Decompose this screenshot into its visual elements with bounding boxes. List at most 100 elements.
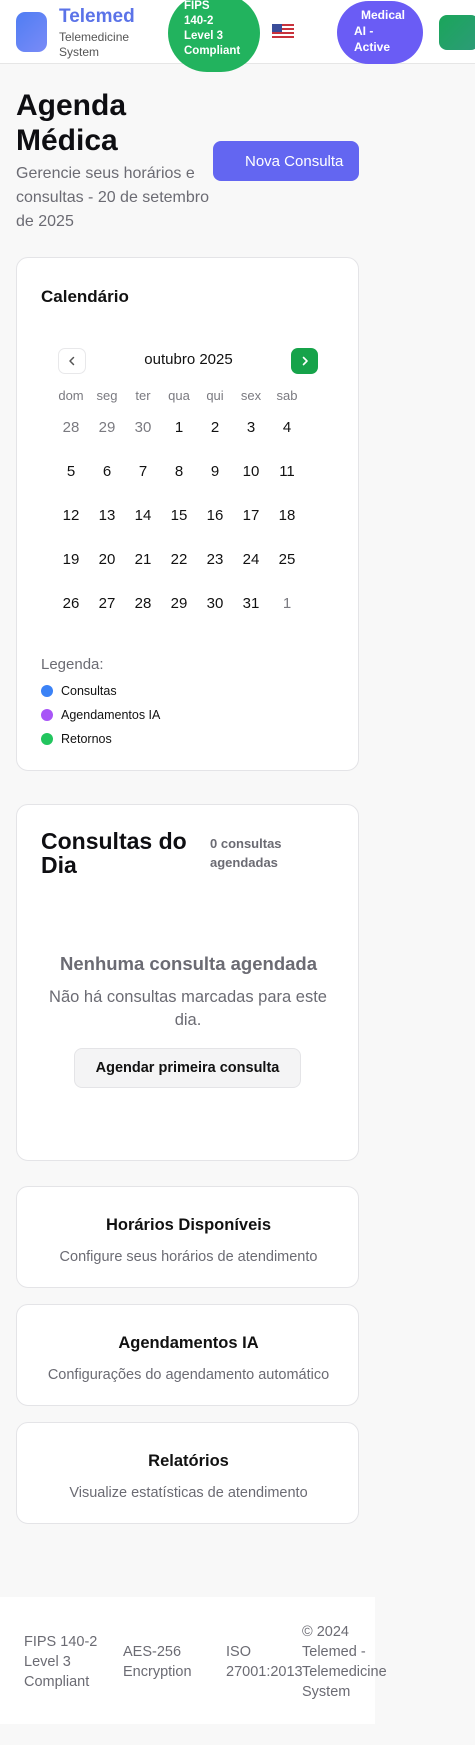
appointments-count: 0 consultas agendadas bbox=[210, 836, 282, 870]
fips-badge-line: FIPS bbox=[184, 0, 210, 12]
card-description: Configure seus horários de atendimento bbox=[59, 1249, 318, 1265]
calendar-day[interactable]: 12 bbox=[53, 498, 89, 542]
calendar-day[interactable]: 15 bbox=[161, 498, 197, 542]
calendar-day[interactable]: 8 bbox=[161, 454, 197, 498]
top-header: Telemed Telemedicine System FIPS 140-2 L… bbox=[0, 0, 475, 72]
calendar-day[interactable]: 25 bbox=[269, 542, 305, 586]
calendar-week-row: 28 29 30 1 2 3 4 bbox=[53, 410, 305, 454]
legend-dot-icon bbox=[41, 685, 53, 697]
fips-badge-line: Level 3 bbox=[184, 30, 223, 42]
day-appointments-card: Consultas do Dia 0 consultas agendadas N… bbox=[16, 804, 359, 1161]
fips-badge-line: 140-2 bbox=[184, 15, 214, 27]
calendar-day[interactable]: 30 bbox=[125, 410, 161, 454]
legend-label: Agendamentos IA bbox=[61, 708, 161, 722]
weekday-label: qui bbox=[206, 388, 224, 403]
footer: FIPS 140-2 Level 3 Compliant AES-256 Enc… bbox=[0, 1597, 387, 1724]
calendar-day[interactable]: 14 bbox=[125, 498, 161, 542]
calendar-day[interactable]: 27 bbox=[89, 586, 125, 630]
calendar-day[interactable]: 22 bbox=[161, 542, 197, 586]
card-title: Agendamentos IA bbox=[118, 1334, 259, 1352]
new-appointment-button[interactable]: Nova Consulta bbox=[213, 141, 359, 181]
calendar-grid: dom seg ter qua qui sex sab 28 29 30 1 2… bbox=[53, 388, 305, 630]
calendar-day[interactable]: 10 bbox=[233, 454, 269, 498]
card-title: Horários Disponíveis bbox=[105, 1216, 272, 1234]
legend-label: Retornos bbox=[61, 732, 112, 746]
calendar-day[interactable]: 3 bbox=[233, 410, 269, 454]
calendar-day[interactable]: 4 bbox=[269, 410, 305, 454]
calendar-day[interactable]: 28 bbox=[125, 586, 161, 630]
footer-aes: AES-256 Encryption bbox=[123, 1644, 192, 1680]
calendar-day[interactable]: 1 bbox=[161, 410, 197, 454]
calendar-day[interactable]: 23 bbox=[197, 542, 233, 586]
brand-title: Telemed bbox=[59, 6, 135, 27]
weekday-label: sab bbox=[276, 388, 298, 403]
calendar-day[interactable]: 21 bbox=[125, 542, 161, 586]
legend-dot-icon bbox=[41, 709, 53, 721]
ai-scheduling-card[interactable]: Agendamentos IA Configurações do agendam… bbox=[16, 1304, 359, 1406]
user-menu-button[interactable] bbox=[439, 15, 475, 50]
calendar-day[interactable]: 2 bbox=[197, 410, 233, 454]
legend-label: Consultas bbox=[61, 684, 117, 698]
calendar-day[interactable]: 18 bbox=[269, 498, 305, 542]
calendar-day[interactable]: 5 bbox=[53, 454, 89, 498]
page-subtitle: Gerencie seus horários e consultas - 20 … bbox=[16, 165, 209, 230]
logo-icon[interactable] bbox=[16, 12, 47, 52]
brand-subtitle: Telemedicine System bbox=[59, 30, 130, 59]
calendar-week-row: 12 13 14 15 16 17 18 bbox=[53, 498, 305, 542]
calendar-day[interactable]: 24 bbox=[233, 542, 269, 586]
weekday-label: seg bbox=[96, 388, 118, 403]
chevron-right-icon bbox=[302, 356, 308, 366]
calendar-day[interactable]: 17 bbox=[233, 498, 269, 542]
empty-state-title: Nenhuma consulta agendada bbox=[60, 953, 317, 974]
calendar-day[interactable]: 28 bbox=[53, 410, 89, 454]
day-appointments-title: Consultas do Dia bbox=[41, 828, 187, 878]
schedule-first-appointment-button[interactable]: Agendar primeira consulta bbox=[74, 1048, 301, 1088]
weekday-label: sex bbox=[240, 388, 262, 403]
ai-badge-line: Active bbox=[354, 40, 391, 54]
legend-item-agendamentos-ia: Agendamentos IA bbox=[41, 706, 160, 724]
calendar-day[interactable]: 30 bbox=[197, 586, 233, 630]
weekday-label: ter bbox=[135, 388, 151, 403]
medical-ai-status-badge: Medical AI - Active bbox=[337, 1, 423, 64]
calendar-day[interactable]: 20 bbox=[89, 542, 125, 586]
ai-badge-line: Medical bbox=[361, 8, 406, 22]
calendar-day[interactable]: 1 bbox=[269, 586, 305, 630]
calendar-day[interactable]: 6 bbox=[89, 454, 125, 498]
calendar-day[interactable]: 13 bbox=[89, 498, 125, 542]
footer-copyright: © 2024 Telemed - Telemedicine System bbox=[302, 1624, 387, 1700]
ai-badge-line: AI - bbox=[354, 24, 374, 38]
legend-item-retornos: Retornos bbox=[41, 730, 112, 748]
calendar-day[interactable]: 26 bbox=[53, 586, 89, 630]
card-description: Configurações do agendamento automático bbox=[47, 1367, 330, 1383]
calendar-day[interactable]: 16 bbox=[197, 498, 233, 542]
available-hours-card[interactable]: Horários Disponíveis Configure seus horá… bbox=[16, 1186, 359, 1288]
next-month-button[interactable] bbox=[291, 348, 318, 374]
calendar-day[interactable]: 9 bbox=[197, 454, 233, 498]
empty-state-text: Não há consultas marcadas para este dia. bbox=[49, 988, 327, 1029]
weekday-header-row: dom seg ter qua qui sex sab bbox=[53, 388, 305, 410]
calendar-day[interactable]: 29 bbox=[161, 586, 197, 630]
calendar-title: Calendário bbox=[41, 287, 129, 306]
calendar-day[interactable]: 29 bbox=[89, 410, 125, 454]
legend-item-consultas: Consultas bbox=[41, 682, 117, 700]
us-flag-icon[interactable] bbox=[272, 24, 294, 40]
card-title: Relatórios bbox=[148, 1452, 229, 1470]
calendar-week-row: 5 6 7 8 9 10 11 bbox=[53, 454, 305, 498]
calendar-day[interactable]: 11 bbox=[269, 454, 305, 498]
card-description: Visualize estatísticas de atendimento bbox=[69, 1485, 308, 1501]
calendar-week-row: 26 27 28 29 30 31 1 bbox=[53, 586, 305, 630]
calendar-day[interactable]: 7 bbox=[125, 454, 161, 498]
legend-dot-icon bbox=[41, 733, 53, 745]
legend-title: Legenda: bbox=[41, 656, 104, 673]
footer-iso: ISO 27001:2013 bbox=[226, 1644, 303, 1680]
calendar-day[interactable]: 31 bbox=[233, 586, 269, 630]
calendar-week-row: 19 20 21 22 23 24 25 bbox=[53, 542, 305, 586]
calendar-card: Calendário outubro 2025 dom seg ter qua … bbox=[16, 257, 359, 771]
footer-fips: FIPS 140-2 Level 3 Compliant bbox=[24, 1634, 98, 1690]
calendar-day[interactable]: 19 bbox=[53, 542, 89, 586]
weekday-label: qua bbox=[168, 388, 190, 403]
reports-card[interactable]: Relatórios Visualize estatísticas de ate… bbox=[16, 1422, 359, 1524]
fips-badge-line: Compliant bbox=[184, 45, 241, 57]
weekday-label: dom bbox=[58, 388, 84, 403]
fips-compliance-badge: FIPS 140-2 Level 3 Compliant bbox=[168, 0, 260, 72]
